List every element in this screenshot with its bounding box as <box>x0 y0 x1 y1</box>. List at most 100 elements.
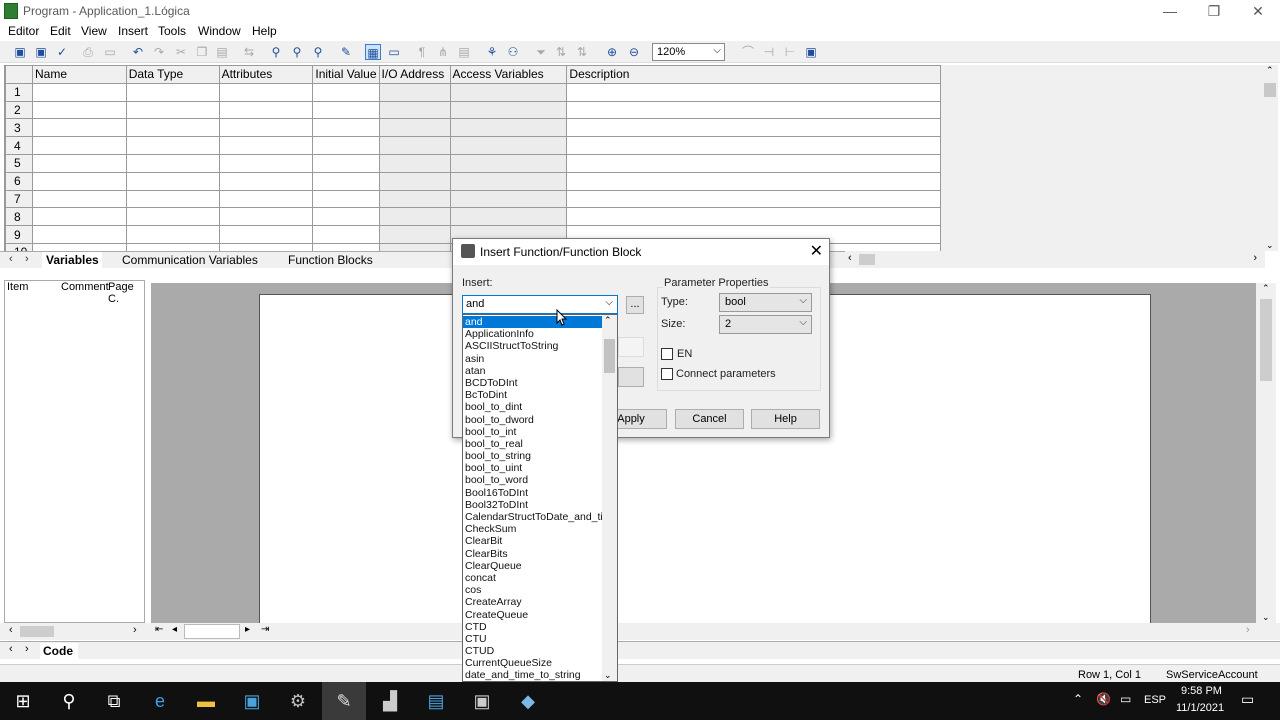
volume-muted-icon[interactable]: 🔇 <box>1096 692 1111 706</box>
windows-start-icon[interactable]: ⊞ <box>10 688 36 714</box>
row-number[interactable]: 4 <box>5 136 33 155</box>
dropdown-option[interactable]: bool_to_uint <box>463 462 602 474</box>
if-then-icon[interactable]: ¶ <box>414 44 430 60</box>
editor-app-icon[interactable]: ◆ <box>515 688 541 714</box>
table-cell[interactable] <box>449 153 568 173</box>
replace-icon[interactable]: ⇆ <box>241 44 257 60</box>
dropdown-option[interactable]: CTD <box>463 621 602 633</box>
table-cell[interactable] <box>449 171 568 191</box>
tray-chevron-icon[interactable]: ⌃ <box>1073 692 1083 706</box>
table-cell[interactable] <box>218 82 314 102</box>
table-cell[interactable] <box>31 225 127 244</box>
dropdown-option[interactable]: BCDToDInt <box>463 377 602 389</box>
coil-icon[interactable]: ⌒ <box>740 44 756 60</box>
menu-help[interactable]: Help <box>252 24 277 38</box>
table-cell[interactable] <box>449 118 568 138</box>
table-cell[interactable] <box>566 153 941 173</box>
scroll-thumb[interactable] <box>1264 83 1276 97</box>
table-cell[interactable] <box>125 189 220 209</box>
cancel-button[interactable]: Cancel <box>675 409 744 429</box>
table-cell[interactable] <box>449 136 568 155</box>
table-cell[interactable] <box>378 225 451 244</box>
table-row[interactable]: 1 <box>5 82 941 102</box>
dropdown-option[interactable]: Bool32ToDInt <box>463 499 602 511</box>
dropdown-option[interactable]: ASCIIStructToString <box>463 340 602 352</box>
menu-window[interactable]: Window <box>198 24 241 38</box>
table-cell[interactable] <box>449 207 568 227</box>
row-number[interactable]: 8 <box>5 207 33 227</box>
row-number[interactable]: 1 <box>5 82 33 102</box>
find-prev-icon[interactable]: ⚲ <box>310 44 326 60</box>
table-cell[interactable] <box>449 100 568 120</box>
menu-insert[interactable]: Insert <box>118 24 148 38</box>
dialog-close-icon[interactable]: ✕ <box>810 241 823 261</box>
table-cell[interactable] <box>31 118 127 138</box>
print-icon[interactable]: ⎙ <box>80 44 96 60</box>
table-cell[interactable] <box>31 136 127 155</box>
dropdown-scrollbar[interactable]: ⌃ ⌄ <box>602 315 617 681</box>
undo-icon[interactable]: ↶ <box>130 44 146 60</box>
save-all-icon[interactable]: ▣ <box>33 44 49 60</box>
save-icon[interactable]: ▣ <box>12 44 28 60</box>
table-cell[interactable] <box>125 82 220 102</box>
task-view-icon[interactable]: ⧉ <box>101 688 127 714</box>
table-row[interactable]: 7 <box>5 189 941 209</box>
dropdown-option[interactable]: Bool16ToDInt <box>463 487 602 499</box>
dropdown-option[interactable]: CalendarStructToDate_and_time <box>463 511 602 523</box>
scroll-up-icon[interactable]: ⌃ <box>604 315 612 326</box>
restore-button[interactable]: ❐ <box>1192 0 1236 22</box>
table-cell[interactable] <box>449 189 568 209</box>
sort-desc-icon[interactable]: ⇅ <box>574 44 590 60</box>
sort-asc-icon[interactable]: ⇅ <box>553 44 569 60</box>
table-cell[interactable] <box>125 225 220 244</box>
menu-edit[interactable]: Edit <box>50 24 71 38</box>
type-select[interactable]: bool ⌵ <box>719 293 812 312</box>
table-cell[interactable] <box>312 189 380 209</box>
dropdown-option[interactable]: bool_to_real <box>463 438 602 450</box>
scroll-down-icon[interactable]: ⌄ <box>1266 240 1274 251</box>
en-checkbox[interactable] <box>661 348 673 360</box>
dropdown-option[interactable]: bool_to_string <box>463 450 602 462</box>
column-header-data-type[interactable]: Data Type <box>125 65 220 84</box>
tab-prev-icon[interactable]: ‹ <box>9 253 13 265</box>
scroll-down-icon[interactable]: ⌄ <box>1262 612 1270 623</box>
table-cell[interactable] <box>125 171 220 191</box>
table-cell[interactable] <box>31 153 127 173</box>
scroll-left-icon[interactable]: ‹ <box>848 252 852 264</box>
zoom-out-icon[interactable]: ⊖ <box>626 44 642 60</box>
redo-icon[interactable]: ↷ <box>151 44 167 60</box>
dropdown-option[interactable]: bool_to_dword <box>463 414 602 426</box>
tab-prev-icon[interactable]: ‹ <box>9 643 13 655</box>
table-cell[interactable] <box>125 153 220 173</box>
prev-page-icon[interactable]: ◂ <box>172 624 177 635</box>
block-icon[interactable]: ▤ <box>456 44 472 60</box>
grid-vertical-scrollbar[interactable]: ⌃ ⌄ <box>1262 65 1278 251</box>
tab-code[interactable]: Code <box>40 643 78 659</box>
table-cell[interactable] <box>566 100 941 120</box>
column-header-initial-value[interactable]: Initial Value <box>312 65 380 84</box>
help-button[interactable]: Help <box>751 409 820 429</box>
table-cell[interactable] <box>218 225 314 244</box>
scroll-up-icon[interactable]: ⌃ <box>1266 65 1274 76</box>
zoom-select[interactable]: 120% ⌵ <box>652 43 725 61</box>
table-cell[interactable] <box>218 100 314 120</box>
find-icon[interactable]: ⚲ <box>268 44 284 60</box>
table-cell[interactable] <box>218 207 314 227</box>
column-header-comment[interactable]: Comment <box>61 281 109 293</box>
grid-view-icon[interactable]: ▦ <box>365 44 381 60</box>
row-number[interactable]: 5 <box>5 153 33 173</box>
edge-icon[interactable]: e <box>147 688 173 714</box>
table-cell[interactable] <box>449 82 568 102</box>
app-window-icon[interactable]: ▣ <box>239 688 265 714</box>
notifications-icon[interactable]: ▭ <box>1241 691 1254 708</box>
dropdown-option[interactable]: bool_to_word <box>463 474 602 486</box>
verify-icon[interactable]: ✓ <box>54 44 70 60</box>
menu-editor[interactable]: Editor <box>8 24 39 38</box>
function-block-icon[interactable]: ▣ <box>803 44 819 60</box>
scroll-thumb[interactable] <box>859 254 875 265</box>
minimize-button[interactable]: — <box>1148 0 1192 22</box>
dropdown-option[interactable]: ClearBits <box>463 548 602 560</box>
table-cell[interactable] <box>31 189 127 209</box>
table-cell[interactable] <box>566 118 941 138</box>
next-page-icon[interactable]: ▸ <box>245 624 250 635</box>
